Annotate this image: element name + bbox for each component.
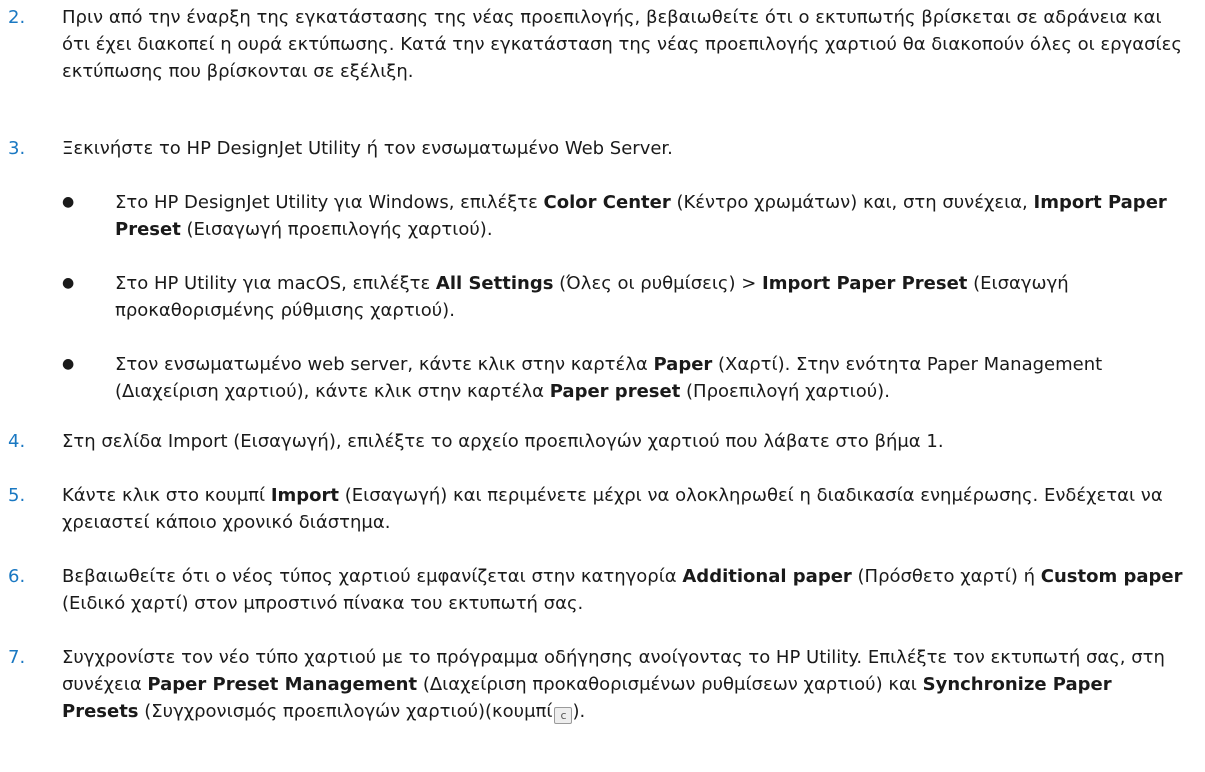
step-text: Κάντε κλικ στο κουμπί Import (Εισαγωγή) … (62, 485, 1163, 533)
step-number: 7. (8, 647, 26, 668)
step-text: Συγχρονίστε τον νέο τύπο χαρτιού με το π… (62, 647, 1165, 724)
ui-term-custom-paper: Custom paper (1040, 566, 1183, 587)
step-number: 3. (8, 138, 26, 159)
step-6: 6. Βεβαιωθείτε ότι ο νέος τύπος χαρτιού … (8, 563, 1191, 617)
step-text: Ξεκινήστε το HP DesignJet Utility ή τον … (62, 138, 673, 159)
step-number: 6. (8, 566, 26, 587)
bullet-dot: ● (62, 194, 75, 210)
ui-term-paper-preset-management: Paper Preset Management (147, 674, 418, 695)
ui-term-paper-preset: Paper preset (549, 381, 681, 402)
step-number: 5. (8, 485, 26, 506)
bullet-text: Στον ενσωματωμένο web server, κάντε κλικ… (115, 354, 1103, 402)
bullet-macos-utility: ● Στο HP Utility για macOS, επιλέξτε All… (62, 270, 1191, 324)
step-text: Βεβαιωθείτε ότι ο νέος τύπος χαρτιού εμφ… (62, 566, 1183, 614)
step-7: 7. Συγχρονίστε τον νέο τύπο χαρτιού με τ… (8, 644, 1191, 725)
refresh-icon: c (554, 707, 573, 724)
bullet-windows-utility: ● Στο HP DesignJet Utility για Windows, … (62, 189, 1191, 243)
step-3: 3. Ξεκινήστε το HP DesignJet Utility ή τ… (8, 135, 1191, 162)
bullet-web-server: ● Στον ενσωματωμένο web server, κάντε κλ… (62, 351, 1191, 405)
step-4: 4. Στη σελίδα Import (Εισαγωγή), επιλέξτ… (8, 428, 1191, 455)
bullet-text: Στο HP DesignJet Utility για Windows, επ… (115, 192, 1167, 240)
bullet-text: Στο HP Utility για macOS, επιλέξτε All S… (115, 273, 1069, 321)
step-number: 2. (8, 7, 26, 28)
bullet-dot: ● (62, 275, 75, 291)
bullet-dot: ● (62, 356, 75, 372)
ui-term-import-paper-preset: Import Paper Preset (762, 273, 968, 294)
step-5: 5. Κάντε κλικ στο κουμπί Import (Εισαγωγ… (8, 482, 1191, 536)
step-number: 4. (8, 431, 26, 452)
ui-term-import: Import (270, 485, 339, 506)
step-text: Στη σελίδα Import (Εισαγωγή), επιλέξτε τ… (62, 431, 944, 452)
ui-term-color-center: Color Center (543, 192, 671, 213)
ui-term-paper: Paper (653, 354, 713, 375)
ui-term-additional-paper: Additional paper (682, 566, 852, 587)
step-text: Πριν από την έναρξη της εγκατάστασης της… (62, 7, 1182, 82)
ui-term-all-settings: All Settings (435, 273, 554, 294)
step-2: 2. Πριν από την έναρξη της εγκατάστασης … (8, 4, 1191, 85)
